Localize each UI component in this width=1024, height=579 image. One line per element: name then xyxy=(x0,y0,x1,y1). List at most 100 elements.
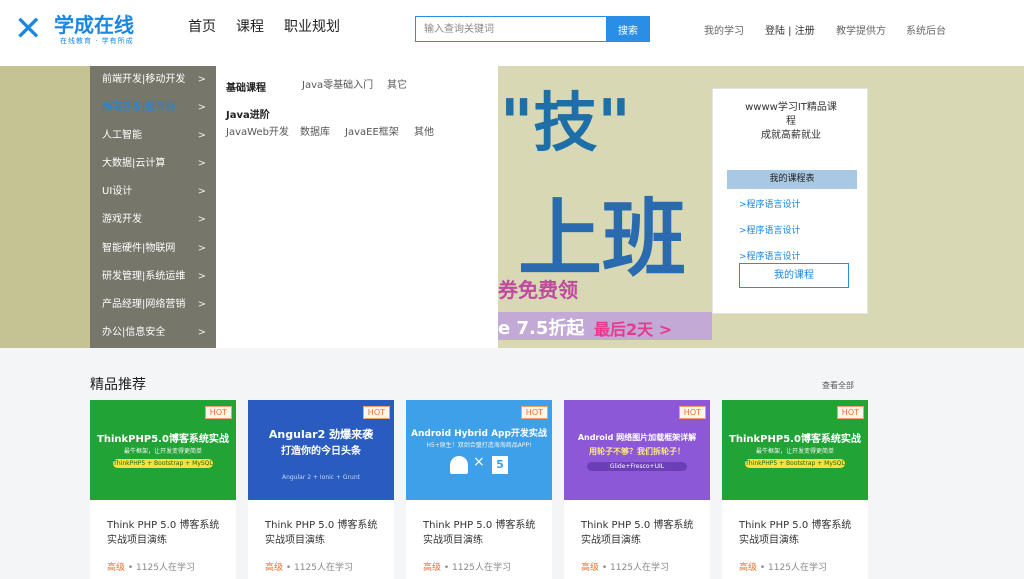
course-card[interactable]: HOT Android 网络图片加载框架详解 用轮子不够？我们拆轮子！ Glid… xyxy=(564,400,710,579)
course-link[interactable]: >程序语言设计 xyxy=(739,223,801,236)
search-input[interactable] xyxy=(415,16,607,42)
course-meta: 高级 • 1125人在学习 xyxy=(581,560,669,573)
nav-career[interactable]: 职业规划 xyxy=(284,16,340,36)
my-learning-link[interactable]: 我的学习 xyxy=(704,22,744,37)
chevron-right-icon: > xyxy=(197,270,206,282)
thumbnail-subtitle: 最牛框架，让开发变得更简单 xyxy=(123,448,202,455)
category-label: 游戏开发 xyxy=(102,214,142,226)
category-item[interactable]: 产品经理|网络营销 > xyxy=(90,291,216,319)
course-meta: 高级 • 1125人在学习 xyxy=(739,560,827,573)
hero-banner: "技" 上班 券免费领 e 7.5折起 最后2天 > 前端开发|移动开发 > 后端… xyxy=(0,66,1024,348)
course-level: 高级 xyxy=(265,563,284,573)
submenu-link[interactable]: Java零基础入门 xyxy=(302,76,373,91)
category-label: 人工智能 xyxy=(102,130,142,142)
hot-badge: HOT xyxy=(520,406,548,419)
thumbnail-subtitle: 最牛框架，让开发变得更简单 xyxy=(755,448,834,455)
my-courses-card: wwww学习IT精品课 程 成就高薪就业 我的课程表 >程序语言设计 >程序语言… xyxy=(712,88,868,314)
course-thumbnail: HOT Android Hybrid App开发实战 H5+原生！双剑合璧打造海… xyxy=(406,400,552,500)
course-link[interactable]: >程序语言设计 xyxy=(739,197,801,210)
category-item[interactable]: 办公|信息安全 > xyxy=(90,319,216,347)
course-level: 高级 xyxy=(581,563,600,573)
category-item[interactable]: UI设计 > xyxy=(90,178,216,206)
course-learners: • 1125人在学习 xyxy=(757,563,827,573)
login-register-link[interactable]: 登陆 | 注册 xyxy=(765,22,815,37)
category-label: 前端开发|移动开发 xyxy=(102,74,186,85)
chevron-right-icon: > xyxy=(197,102,206,114)
site-logo[interactable]: ✕ 学成在线 在线教育 · 学有所成 xyxy=(14,9,164,49)
thumbnail-title: ThinkPHP5.0博客系统实战 xyxy=(729,434,861,445)
category-label: 大数据|云计算 xyxy=(102,158,166,170)
course-schedule-heading: 我的课程表 xyxy=(727,170,857,189)
nav-home[interactable]: 首页 xyxy=(188,16,216,36)
chevron-right-icon: > xyxy=(197,214,206,226)
course-thumbnail: HOT ThinkPHP5.0博客系统实战 最牛框架，让开发变得更简单 Thin… xyxy=(90,400,236,500)
category-item[interactable]: 研发管理|系统运维 > xyxy=(90,263,216,291)
course-learners: • 1125人在学习 xyxy=(441,563,511,573)
thumbnail-tech-pill: Angular 2 + Ionic + Grunt xyxy=(281,474,361,481)
course-level: 高级 xyxy=(423,563,442,573)
course-link[interactable]: >程序语言设计 xyxy=(739,249,801,262)
course-thumbnail: HOT ThinkPHP5.0博客系统实战 最牛框架，让开发变得更简单 Thin… xyxy=(722,400,868,500)
html5-icon: 5 xyxy=(492,456,508,474)
nav-courses[interactable]: 课程 xyxy=(236,16,264,36)
category-label: 研发管理|系统运维 xyxy=(102,270,186,282)
submenu-group-title: Java进阶 xyxy=(226,110,270,121)
chevron-right-icon: > xyxy=(197,158,206,170)
category-item[interactable]: 智能硬件|物联网 > xyxy=(90,235,216,263)
course-meta: 高级 • 1125人在学习 xyxy=(107,560,195,573)
course-card[interactable]: HOT Angular2 劲爆来袭 打造你的今日头条 Angular 2 + I… xyxy=(248,400,394,579)
course-title: Think PHP 5.0 博客系统实战项目演练 xyxy=(107,520,220,546)
submenu-link[interactable]: 其他 xyxy=(414,123,434,138)
category-label: 后端开发|服务器 xyxy=(102,102,176,114)
course-card[interactable]: HOT ThinkPHP5.0博客系统实战 最牛框架，让开发变得更简单 Thin… xyxy=(722,400,868,579)
view-all-link[interactable]: 查看全部 xyxy=(822,380,854,391)
side-title-line: 成就高薪就业 xyxy=(761,130,821,141)
course-meta: 高级 • 1125人在学习 xyxy=(265,560,353,573)
category-label: 智能硬件|物联网 xyxy=(102,242,176,254)
thumbnail-tech-pill: Glide+Fresco+UIL xyxy=(587,462,687,471)
chevron-right-icon: > xyxy=(197,298,206,310)
chevron-right-icon: > xyxy=(197,242,206,254)
chevron-right-icon: > xyxy=(197,186,206,198)
course-learners: • 1125人在学习 xyxy=(125,563,195,573)
thumbnail-tech-pill: ThinkPHP5 + Bootstrap + MySQL xyxy=(745,459,845,468)
course-thumbnail: HOT Angular2 劲爆来袭 打造你的今日头条 Angular 2 + I… xyxy=(248,400,394,500)
section-title: 精品推荐 xyxy=(90,377,146,393)
course-title: Think PHP 5.0 博客系统实战项目演练 xyxy=(739,520,852,546)
teacher-link[interactable]: 教学提供方 xyxy=(836,22,886,37)
banner-promo-text: 券免费领 xyxy=(498,278,578,302)
chevron-right-icon: > xyxy=(197,326,206,338)
category-item[interactable]: 游戏开发 > xyxy=(90,206,216,234)
category-nav: 前端开发|移动开发 > 后端开发|服务器 > 人工智能 > 大数据|云计算 > UI设计… xyxy=(90,66,216,348)
thumbnail-subtitle: 打造你的今日头条 xyxy=(281,446,361,457)
course-title: Think PHP 5.0 博客系统实战项目演练 xyxy=(423,520,536,546)
close-icon: × xyxy=(473,454,485,470)
search-button[interactable]: 搜索 xyxy=(606,16,650,42)
category-item[interactable]: 前端开发|移动开发 > xyxy=(90,66,216,94)
site-header: ✕ 学成在线 在线教育 · 学有所成 首页 课程 职业规划 搜索 我的学习 登陆… xyxy=(0,0,1024,66)
category-label: 产品经理|网络营销 xyxy=(102,298,186,310)
submenu-link[interactable]: 其它 xyxy=(387,76,407,91)
side-title-line: 程 xyxy=(786,116,796,127)
banner-promo-discount: e 7.5折起 xyxy=(498,318,585,339)
submenu-link[interactable]: JavaWeb开发 xyxy=(226,123,289,138)
course-title: Think PHP 5.0 博客系统实战项目演练 xyxy=(581,520,694,546)
category-item[interactable]: 人工智能 > xyxy=(90,122,216,150)
course-meta: 高级 • 1125人在学习 xyxy=(423,560,511,573)
thumbnail-title: Angular2 劲爆来袭 xyxy=(268,428,374,441)
banner-art-text-1: "技" xyxy=(500,87,631,161)
course-card[interactable]: HOT ThinkPHP5.0博客系统实战 最牛框架，让开发变得更简单 Thin… xyxy=(90,400,236,579)
admin-link[interactable]: 系统后台 xyxy=(906,22,946,37)
chevron-right-icon: > xyxy=(197,130,206,142)
thumbnail-subtitle: 用轮子不够？我们拆轮子！ xyxy=(589,447,685,456)
course-level: 高级 xyxy=(107,563,126,573)
submenu-link[interactable]: 数据库 xyxy=(300,123,330,138)
hot-badge: HOT xyxy=(836,406,864,419)
course-level: 高级 xyxy=(739,563,758,573)
submenu-link[interactable]: JavaEE框架 xyxy=(345,123,399,138)
course-card[interactable]: HOT Android Hybrid App开发实战 H5+原生！双剑合璧打造海… xyxy=(406,400,552,579)
my-courses-button[interactable]: 我的课程 xyxy=(739,263,849,288)
course-title: Think PHP 5.0 博客系统实战项目演练 xyxy=(265,520,378,546)
category-item-active[interactable]: 后端开发|服务器 > xyxy=(90,94,216,122)
category-item[interactable]: 大数据|云计算 > xyxy=(90,150,216,178)
